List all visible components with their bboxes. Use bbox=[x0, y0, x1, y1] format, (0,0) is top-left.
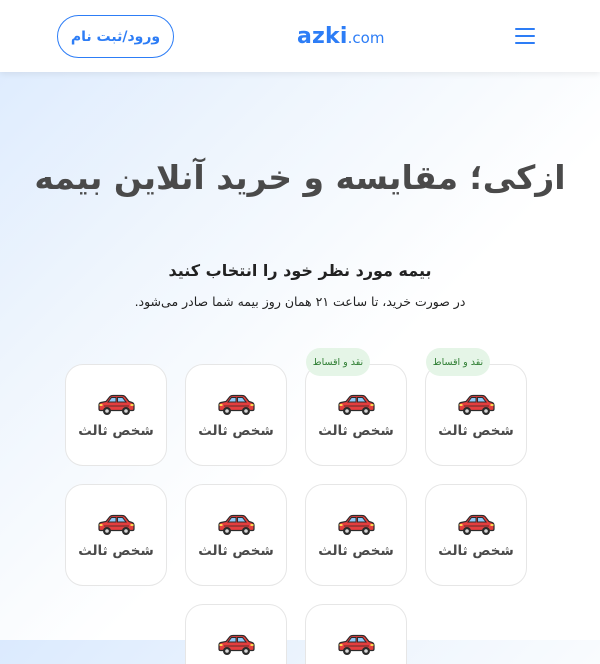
product-label: شخص ثالث bbox=[318, 423, 394, 439]
car-icon bbox=[216, 513, 256, 537]
car-icon bbox=[456, 393, 496, 417]
product-label: شخص ثالث bbox=[198, 423, 274, 439]
product-card[interactable]: شخص ثالث bbox=[305, 364, 407, 466]
logo-brand: azki bbox=[297, 24, 348, 49]
product-label: شخص ثالث bbox=[438, 543, 514, 559]
car-icon bbox=[96, 393, 136, 417]
top-header: ورود/ثبت نام azki .com bbox=[0, 0, 600, 72]
product-label: شخص ثالث bbox=[198, 543, 274, 559]
car-icon bbox=[336, 633, 376, 657]
page-subtitle: بیمه مورد نظر خود را انتخاب کنید bbox=[168, 261, 432, 280]
installment-badge: نقد و اقساط bbox=[306, 348, 370, 376]
car-icon bbox=[96, 513, 136, 537]
product-label: شخص ثالث bbox=[438, 423, 514, 439]
car-icon bbox=[456, 513, 496, 537]
hamburger-menu-icon[interactable] bbox=[512, 26, 538, 46]
product-card[interactable]: شخص ثالث bbox=[185, 364, 287, 466]
product-card[interactable]: شخص ثالث bbox=[305, 484, 407, 586]
product-label: شخص ثالث bbox=[78, 423, 154, 439]
page-title: ازکی؛ مقایسه و خرید آنلاین بیمه bbox=[34, 158, 566, 197]
product-card[interactable]: شخص ثالث bbox=[185, 484, 287, 586]
product-card[interactable] bbox=[305, 604, 407, 664]
product-card[interactable] bbox=[185, 604, 287, 664]
product-label: شخص ثالث bbox=[78, 543, 154, 559]
product-card[interactable]: شخص ثالث bbox=[65, 484, 167, 586]
car-icon bbox=[336, 393, 376, 417]
product-card[interactable]: شخص ثالث bbox=[425, 364, 527, 466]
product-label: شخص ثالث bbox=[318, 543, 394, 559]
product-card[interactable]: شخص ثالث bbox=[65, 364, 167, 466]
login-signup-button[interactable]: ورود/ثبت نام bbox=[57, 15, 174, 58]
issuance-note: در صورت خرید، تا ساعت ۲۱ همان روز بیمه ش… bbox=[134, 294, 466, 309]
product-card[interactable]: شخص ثالث bbox=[425, 484, 527, 586]
car-icon bbox=[216, 393, 256, 417]
installment-badge: نقد و اقساط bbox=[426, 348, 490, 376]
azki-logo[interactable]: azki .com bbox=[297, 24, 384, 50]
logo-tld: .com bbox=[347, 29, 385, 47]
car-icon bbox=[336, 513, 376, 537]
car-icon bbox=[216, 633, 256, 657]
